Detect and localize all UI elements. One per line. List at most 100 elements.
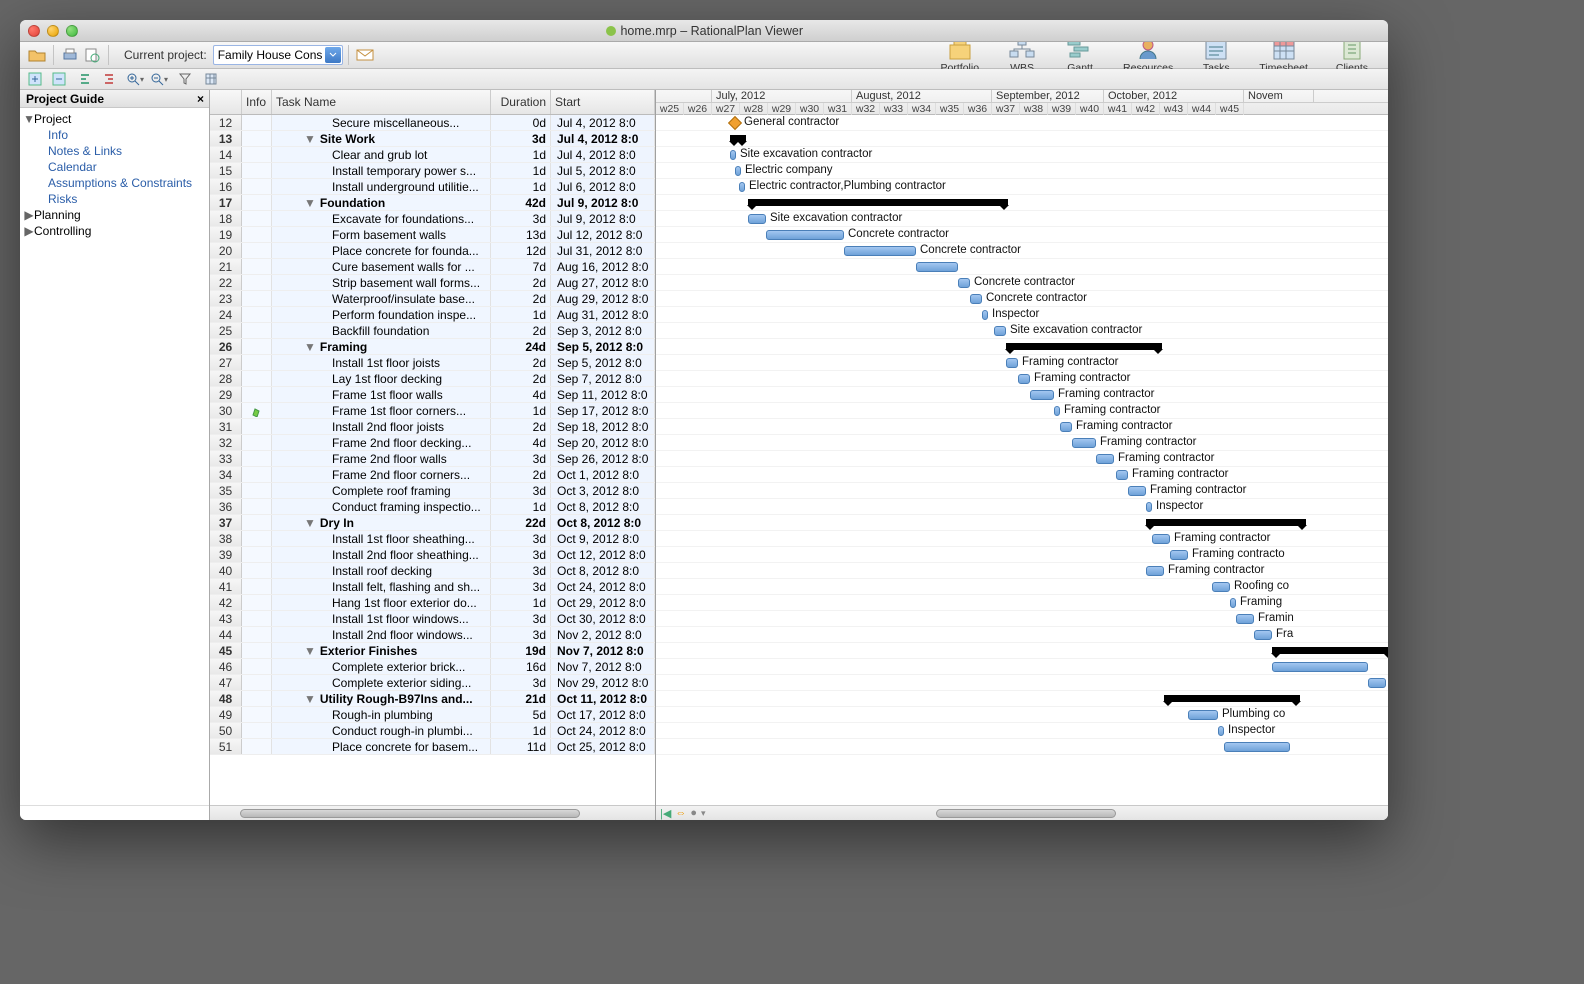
task-row[interactable]: 47Complete exterior siding...3dNov 29, 2… bbox=[210, 675, 655, 691]
task-row[interactable]: 38Install 1st floor sheathing...3dOct 9,… bbox=[210, 531, 655, 547]
task-bar[interactable] bbox=[1368, 678, 1386, 688]
summary-bar[interactable] bbox=[1006, 343, 1162, 350]
task-row[interactable]: 42Hang 1st floor exterior do...1dOct 29,… bbox=[210, 595, 655, 611]
task-row[interactable]: 43Install 1st floor windows...3dOct 30, … bbox=[210, 611, 655, 627]
zoom-window-button[interactable] bbox=[66, 25, 78, 37]
task-bar[interactable] bbox=[1230, 598, 1236, 608]
gantt-row[interactable]: General contractor bbox=[656, 115, 1388, 131]
goto-selected-icon[interactable]: ⇔ bbox=[675, 807, 686, 819]
summary-bar[interactable] bbox=[748, 199, 1008, 206]
task-bar[interactable] bbox=[1018, 374, 1030, 384]
sidebar-item-controlling[interactable]: ▶ Controlling bbox=[24, 223, 205, 239]
task-row[interactable]: 16Install underground utilitie...1dJul 6… bbox=[210, 179, 655, 195]
email-icon[interactable] bbox=[354, 44, 376, 66]
gantt-row[interactable]: Concrete contractor bbox=[656, 243, 1388, 259]
gantt-row[interactable]: Site excavation contractor bbox=[656, 147, 1388, 163]
task-bar[interactable] bbox=[982, 310, 988, 320]
task-bar[interactable] bbox=[1072, 438, 1096, 448]
task-row[interactable]: 29Frame 1st floor walls4dSep 11, 2012 8:… bbox=[210, 387, 655, 403]
task-row[interactable]: 18Excavate for foundations...3dJul 9, 20… bbox=[210, 211, 655, 227]
task-bar[interactable] bbox=[844, 246, 916, 256]
gantt-row[interactable]: Electric contractor,Plumbing contractor bbox=[656, 179, 1388, 195]
gantt-row[interactable] bbox=[656, 675, 1388, 691]
gantt-row[interactable] bbox=[656, 691, 1388, 707]
task-row[interactable]: 21Cure basement walls for ...7dAug 16, 2… bbox=[210, 259, 655, 275]
task-bar[interactable] bbox=[739, 182, 745, 192]
task-bar[interactable] bbox=[1006, 358, 1018, 368]
minimize-window-button[interactable] bbox=[47, 25, 59, 37]
gantt-row[interactable] bbox=[656, 659, 1388, 675]
task-row[interactable]: 44Install 2nd floor windows...3dNov 2, 2… bbox=[210, 627, 655, 643]
gantt-row[interactable]: Framing contractor bbox=[656, 563, 1388, 579]
gantt-row[interactable]: Concrete contractor bbox=[656, 227, 1388, 243]
task-bar[interactable] bbox=[970, 294, 982, 304]
gantt-row[interactable]: Site excavation contractor bbox=[656, 211, 1388, 227]
task-row[interactable]: 37▼Dry In22dOct 8, 2012 8:0 bbox=[210, 515, 655, 531]
task-row[interactable]: 25Backfill foundation2dSep 3, 2012 8:0 bbox=[210, 323, 655, 339]
task-row[interactable]: 32Frame 2nd floor decking...4dSep 20, 20… bbox=[210, 435, 655, 451]
task-bar[interactable] bbox=[1152, 534, 1170, 544]
outdent-icon[interactable] bbox=[74, 68, 96, 90]
goto-today-icon[interactable]: ● bbox=[690, 807, 697, 819]
gantt-row[interactable]: Inspector bbox=[656, 307, 1388, 323]
gantt-row[interactable]: Framin bbox=[656, 611, 1388, 627]
sidebar-item-info[interactable]: Info bbox=[24, 127, 205, 143]
gantt-row[interactable]: Roofing co bbox=[656, 579, 1388, 595]
task-row[interactable]: 30Frame 1st floor corners...1dSep 17, 20… bbox=[210, 403, 655, 419]
task-row[interactable]: 15Install temporary power s...1dJul 5, 2… bbox=[210, 163, 655, 179]
open-icon[interactable] bbox=[26, 44, 48, 66]
goto-start-icon[interactable]: |◀ bbox=[660, 807, 671, 820]
task-bar[interactable] bbox=[1030, 390, 1054, 400]
task-row[interactable]: 12Secure miscellaneous...0dJul 4, 2012 8… bbox=[210, 115, 655, 131]
gantt-row[interactable]: Concrete contractor bbox=[656, 291, 1388, 307]
task-bar[interactable] bbox=[766, 230, 844, 240]
sidebar-item-risks[interactable]: Risks bbox=[24, 191, 205, 207]
task-bar[interactable] bbox=[1146, 502, 1152, 512]
task-row[interactable]: 27Install 1st floor joists2dSep 5, 2012 … bbox=[210, 355, 655, 371]
task-row[interactable]: 39Install 2nd floor sheathing...3dOct 12… bbox=[210, 547, 655, 563]
task-row[interactable]: 26▼Framing24dSep 5, 2012 8:0 bbox=[210, 339, 655, 355]
columns-icon[interactable] bbox=[200, 68, 222, 90]
zoom-in-icon[interactable]: ▾ bbox=[124, 68, 146, 90]
task-bar[interactable] bbox=[1272, 662, 1368, 672]
col-id-header[interactable] bbox=[210, 90, 242, 114]
task-row[interactable]: 28Lay 1st floor decking2dSep 7, 2012 8:0 bbox=[210, 371, 655, 387]
summary-bar[interactable] bbox=[1146, 519, 1306, 526]
gantt-row[interactable]: Site excavation contractor bbox=[656, 323, 1388, 339]
print-icon[interactable] bbox=[59, 44, 81, 66]
gantt-row[interactable]: Framing contractor bbox=[656, 371, 1388, 387]
expand-all-icon[interactable] bbox=[24, 68, 46, 90]
task-bar[interactable] bbox=[1170, 550, 1188, 560]
gantt-row[interactable]: Framing contractor bbox=[656, 355, 1388, 371]
task-row[interactable]: 14Clear and grub lot1dJul 4, 2012 8:0 bbox=[210, 147, 655, 163]
sidebar-item-planning[interactable]: ▶ Planning bbox=[24, 207, 205, 223]
task-row[interactable]: 22Strip basement wall forms...2dAug 27, … bbox=[210, 275, 655, 291]
sidebar-item-project[interactable]: ▼ Project bbox=[24, 111, 205, 127]
task-row[interactable]: 31Install 2nd floor joists2dSep 18, 2012… bbox=[210, 419, 655, 435]
task-bar[interactable] bbox=[916, 262, 958, 272]
milestone-icon[interactable] bbox=[728, 116, 742, 130]
gantt-row[interactable] bbox=[656, 259, 1388, 275]
gantt-row[interactable] bbox=[656, 131, 1388, 147]
gantt-row[interactable] bbox=[656, 195, 1388, 211]
task-row[interactable]: 49Rough-in plumbing5dOct 17, 2012 8:0 bbox=[210, 707, 655, 723]
summary-bar[interactable] bbox=[730, 135, 746, 142]
task-bar[interactable] bbox=[1236, 614, 1254, 624]
gantt-row[interactable]: Plumbing co bbox=[656, 707, 1388, 723]
task-row[interactable]: 34Frame 2nd floor corners...2dOct 1, 201… bbox=[210, 467, 655, 483]
task-row[interactable]: 17▼Foundation42dJul 9, 2012 8:0 bbox=[210, 195, 655, 211]
titlebar[interactable]: home.mrp – RationalPlan Viewer bbox=[20, 20, 1388, 42]
task-row[interactable]: 23Waterproof/insulate base...2dAug 29, 2… bbox=[210, 291, 655, 307]
task-bar[interactable] bbox=[958, 278, 970, 288]
gantt-row[interactable]: Framing contractor bbox=[656, 419, 1388, 435]
task-bar[interactable] bbox=[1188, 710, 1218, 720]
task-bar[interactable] bbox=[1254, 630, 1272, 640]
close-panel-icon[interactable]: × bbox=[197, 92, 204, 106]
task-row[interactable]: 20Place concrete for founda...12dJul 31,… bbox=[210, 243, 655, 259]
gantt-row[interactable] bbox=[656, 515, 1388, 531]
gantt-row[interactable]: Inspector bbox=[656, 723, 1388, 739]
filter-icon[interactable] bbox=[174, 68, 196, 90]
task-row[interactable]: 41Install felt, flashing and sh...3dOct … bbox=[210, 579, 655, 595]
zoom-out-icon[interactable]: ▾ bbox=[148, 68, 170, 90]
sidebar-item-calendar[interactable]: Calendar bbox=[24, 159, 205, 175]
